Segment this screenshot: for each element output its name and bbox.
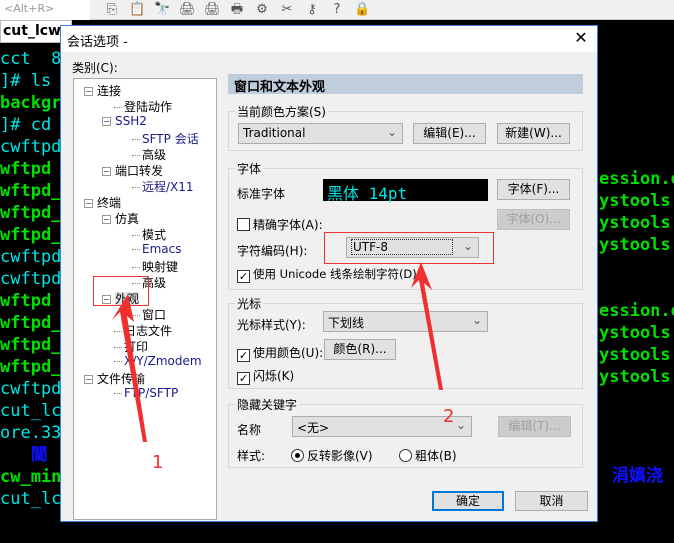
- arrow-1: [112, 294, 147, 442]
- annotation-label-1: 1: [152, 452, 164, 473]
- annotation-arrows: [112, 262, 443, 442]
- arrow-2: [411, 262, 443, 390]
- annotation-label-2: 2: [443, 406, 455, 427]
